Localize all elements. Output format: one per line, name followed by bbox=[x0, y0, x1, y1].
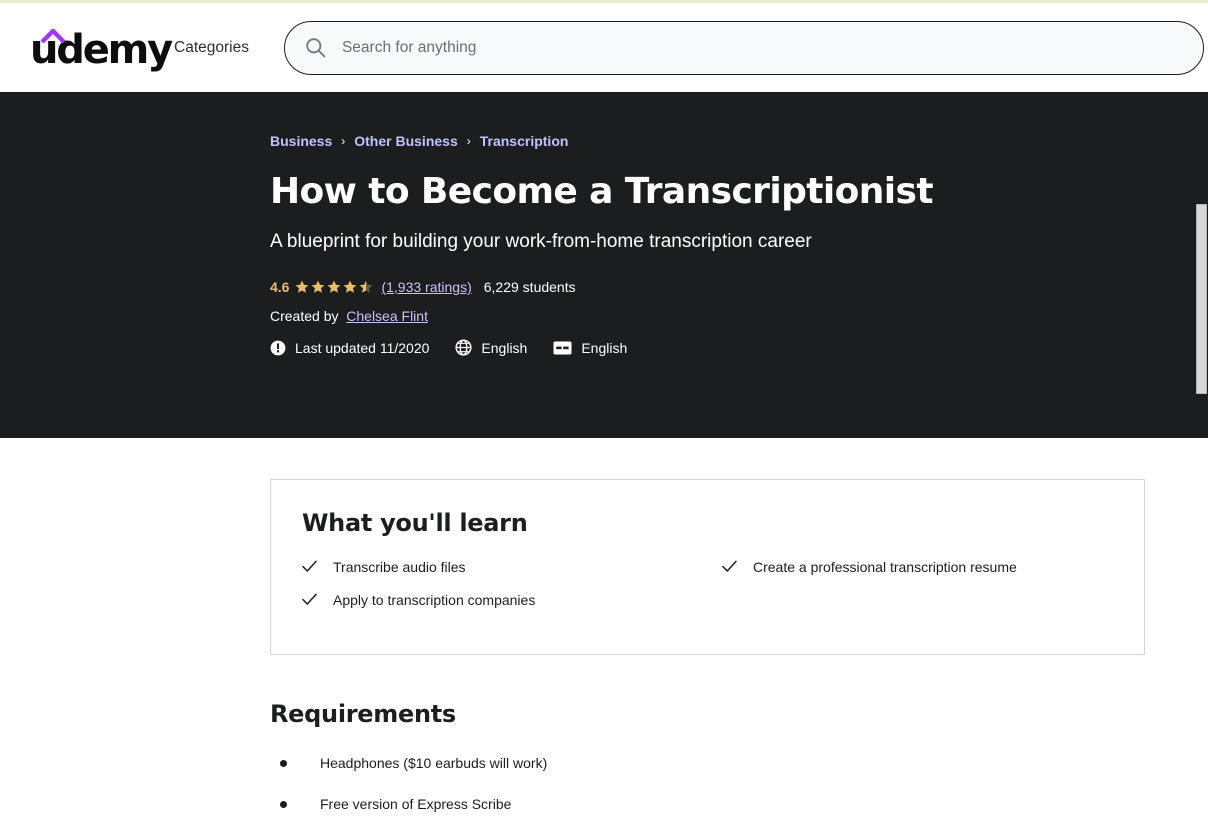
breadcrumb-item-transcription[interactable]: Transcription bbox=[480, 133, 569, 149]
learn-item: Apply to transcription companies bbox=[302, 591, 722, 611]
course-hero-banner: Business › Other Business › Transcriptio… bbox=[0, 92, 1208, 438]
chevron-right-icon: › bbox=[341, 134, 346, 148]
alert-circle-icon bbox=[270, 340, 286, 356]
learn-item-label: Create a professional transcription resu… bbox=[753, 559, 1017, 575]
learn-item-label: Apply to transcription companies bbox=[333, 591, 536, 608]
requirements-heading: Requirements bbox=[270, 700, 456, 728]
what-you-will-learn-heading: What you'll learn bbox=[302, 509, 528, 537]
requirements-item-label: Free version of Express Scribe bbox=[320, 795, 512, 812]
learn-item: Transcribe audio files bbox=[302, 558, 722, 578]
search-icon bbox=[305, 37, 326, 58]
students-count: 6,229 students bbox=[483, 279, 576, 296]
requirements-item: Headphones ($10 earbuds will work) bbox=[270, 754, 1070, 774]
breadcrumb: Business › Other Business › Transcriptio… bbox=[270, 92, 1150, 149]
check-icon bbox=[722, 560, 737, 573]
closed-caption-icon bbox=[553, 341, 572, 355]
page-scrollbar-thumb[interactable] bbox=[1196, 204, 1207, 394]
site-header: udemy Categories bbox=[0, 3, 1208, 92]
course-title: How to Become a Transcriptionist bbox=[270, 171, 934, 212]
breadcrumb-item-business[interactable]: Business bbox=[270, 133, 332, 149]
star-rating-icons bbox=[295, 280, 373, 295]
chevron-right-icon: › bbox=[466, 134, 471, 148]
meta-last-updated-label: Last updated 11/2020 bbox=[295, 339, 430, 356]
course-content: What you'll learn Transcribe audio files… bbox=[0, 438, 1208, 827]
course-meta-row: Last updated 11/2020 English English bbox=[270, 339, 1150, 356]
what-you-will-learn-panel: What you'll learn Transcribe audio files… bbox=[270, 479, 1145, 655]
learn-item: Create a professional transcription resu… bbox=[722, 558, 1144, 578]
globe-icon bbox=[455, 339, 472, 356]
instructor-link[interactable]: Chelsea Flint bbox=[346, 308, 428, 324]
search-bar[interactable] bbox=[283, 20, 1204, 75]
stars-icon bbox=[296, 280, 373, 293]
learn-item-spacer bbox=[722, 591, 1144, 611]
meta-captions-label: English bbox=[581, 339, 628, 356]
course-creator-row: Created by Chelsea Flint bbox=[270, 308, 1150, 324]
what-you-will-learn-list: Transcribe audio files Create a professi… bbox=[302, 558, 1144, 610]
breadcrumb-item-other-business[interactable]: Other Business bbox=[354, 133, 457, 149]
course-subtitle: A blueprint for building your work-from-… bbox=[270, 231, 812, 253]
bullet-icon bbox=[280, 760, 287, 767]
created-by-label: Created by bbox=[270, 308, 339, 325]
ratings-count-link[interactable]: (1,933 ratings) bbox=[381, 279, 471, 295]
search-input[interactable] bbox=[339, 37, 1183, 58]
meta-last-updated: Last updated 11/2020 bbox=[270, 340, 429, 356]
rating-value: 4.6 bbox=[270, 279, 290, 296]
learn-item-label: Transcribe audio files bbox=[333, 559, 466, 575]
requirements-list: Headphones ($10 earbuds will work) Free … bbox=[270, 754, 1070, 835]
meta-captions: English bbox=[553, 340, 627, 356]
udemy-caret-icon bbox=[40, 28, 66, 43]
requirements-item-label: Headphones ($10 earbuds will work) bbox=[320, 755, 548, 771]
course-rating-row: 4.6 (1,933 ratings) 6,229 students bbox=[270, 279, 1150, 295]
check-icon bbox=[302, 593, 317, 606]
requirements-item: Free version of Express Scribe bbox=[270, 795, 1070, 815]
meta-language: English bbox=[455, 339, 527, 356]
bullet-icon bbox=[280, 800, 287, 808]
nav-categories[interactable]: Categories bbox=[174, 39, 249, 57]
udemy-logo[interactable]: udemy bbox=[30, 26, 173, 70]
meta-language-label: English bbox=[481, 339, 528, 356]
check-icon bbox=[302, 560, 317, 573]
